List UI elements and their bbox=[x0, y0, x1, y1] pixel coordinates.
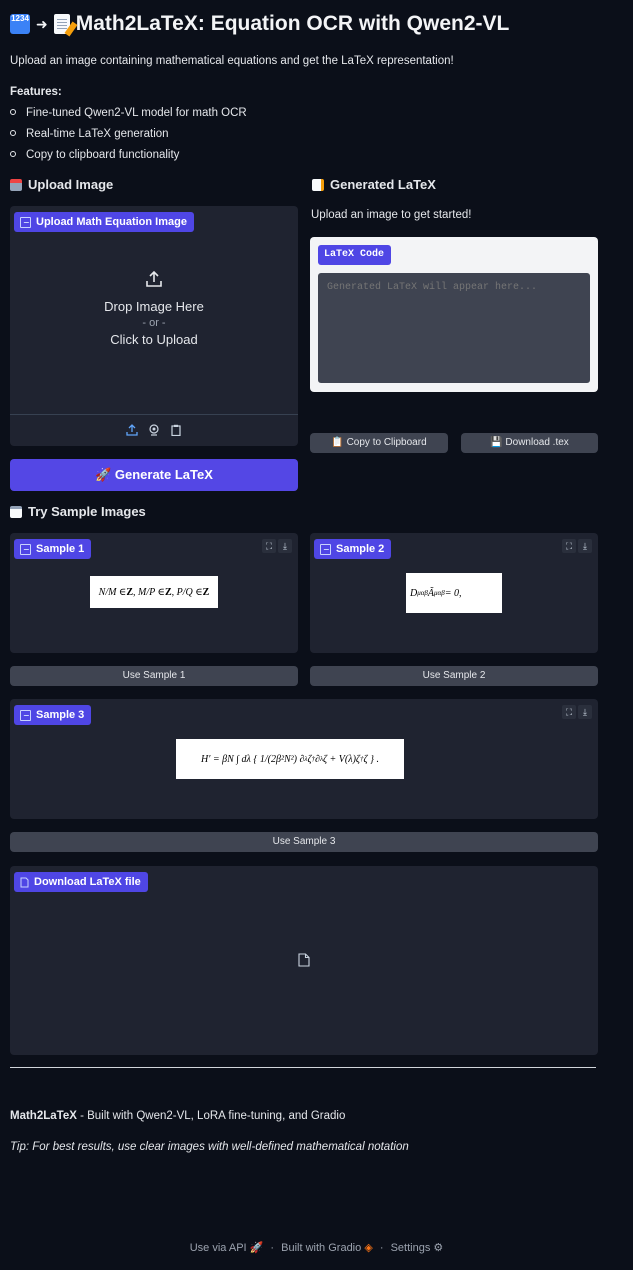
features-heading: Features: bbox=[10, 86, 62, 98]
file-icon bbox=[20, 877, 29, 887]
page-title-text: Math2LaTeX: Equation OCR with Qwen2-VL bbox=[75, 12, 510, 35]
or-text: - or - bbox=[142, 317, 166, 329]
sample-2-equation-image: Dμ αβ Ãμ αβ = 0, bbox=[406, 573, 502, 613]
feature-item: Real-time LaTeX generation bbox=[10, 127, 247, 148]
sample-2-actions: ⛶ ⤓ bbox=[562, 539, 592, 553]
settings-link[interactable]: Settings bbox=[391, 1242, 431, 1254]
rocket-icon: 🚀 bbox=[249, 1242, 264, 1254]
file-icon bbox=[298, 953, 310, 967]
page-title: 1234 ➜ Math2LaTeX: Equation OCR with Qwe… bbox=[10, 12, 510, 37]
input-numbers-icon: 1234 bbox=[10, 14, 30, 34]
drop-text: Drop Image Here bbox=[104, 299, 204, 314]
fullscreen-icon[interactable]: ⛶ bbox=[562, 705, 576, 719]
sample-1-label-text: Sample 1 bbox=[36, 543, 85, 555]
memo-icon bbox=[312, 178, 324, 191]
footer-brand: Math2LaTeX bbox=[10, 1110, 77, 1122]
sample-1-label: Sample 1 bbox=[14, 539, 92, 559]
upload-icon[interactable] bbox=[126, 424, 138, 436]
sample-3-image-panel: Sample 3 ⛶ ⤓ H′ = βN ∫ dλ { 1/(2β²N²) ∂ λ… bbox=[10, 699, 598, 819]
footer-divider bbox=[10, 1067, 596, 1068]
webcam-icon[interactable] bbox=[148, 424, 160, 436]
samples-heading: Try Sample Images bbox=[10, 504, 146, 519]
image-upload-panel[interactable]: Upload Math Equation Image Drop Image He… bbox=[10, 206, 298, 446]
upload-icon bbox=[146, 270, 162, 287]
dropzone[interactable]: Drop Image Here - or - Click to Upload bbox=[10, 270, 298, 347]
use-sample-2-button[interactable]: Use Sample 2 bbox=[310, 666, 598, 686]
download-icon[interactable]: ⤓ bbox=[578, 705, 592, 719]
footer-separator: · bbox=[270, 1242, 275, 1254]
image-icon bbox=[20, 216, 31, 228]
sample-1-image-panel: Sample 1 ⛶ ⤓ N/M ∈ Z, M/P ∈ Z, P/Q ∈ Z bbox=[10, 533, 298, 653]
image-icon bbox=[320, 543, 331, 555]
download-icon[interactable]: ⤓ bbox=[578, 539, 592, 553]
clipboard-icon[interactable] bbox=[170, 424, 182, 436]
feature-item: Copy to clipboard functionality bbox=[10, 148, 247, 169]
upload-label-chip: Upload Math Equation Image bbox=[14, 212, 194, 232]
sample-2-image-panel: Sample 2 ⛶ ⤓ Dμ αβ Ãμ αβ = 0, bbox=[310, 533, 598, 653]
latex-code-label: LaTeX Code bbox=[318, 245, 392, 265]
memo-icon bbox=[53, 14, 78, 37]
download-file-label-text: Download LaTeX file bbox=[34, 876, 141, 888]
inbox-icon bbox=[10, 178, 22, 191]
sample-2-label: Sample 2 bbox=[314, 539, 392, 559]
use-via-api-link[interactable]: Use via API bbox=[190, 1242, 247, 1254]
sample-3-actions: ⛶ ⤓ bbox=[562, 705, 592, 719]
download-icon[interactable]: ⤓ bbox=[278, 539, 292, 553]
output-heading-text: Generated LaTeX bbox=[330, 177, 436, 192]
arrow-icon: ➜ bbox=[36, 15, 48, 32]
footer-credit-text: - Built with Qwen2-VL, LoRA fine-tuning,… bbox=[76, 1110, 346, 1122]
latex-code-textarea[interactable] bbox=[318, 273, 590, 383]
output-heading: Generated LaTeX bbox=[312, 177, 436, 192]
footer-credit: Math2LaTeX - Built with Qwen2-VL, LoRA f… bbox=[10, 1110, 345, 1122]
upload-label-text: Upload Math Equation Image bbox=[36, 216, 187, 228]
sample-1-equation-image: N/M ∈ Z, M/P ∈ Z, P/Q ∈ Z bbox=[90, 576, 218, 608]
image-icon bbox=[20, 709, 31, 721]
click-to-upload-text: Click to Upload bbox=[110, 332, 198, 347]
sample-2-label-text: Sample 2 bbox=[336, 543, 385, 555]
upload-heading: Upload Image bbox=[10, 177, 113, 192]
sample-3-label-text: Sample 3 bbox=[36, 709, 85, 721]
latex-code-panel: LaTeX Code bbox=[310, 237, 598, 392]
sample-3-equation-image: H′ = βN ∫ dλ { 1/(2β²N²) ∂ λ ζ † ∂ λ ζ + V(λ)ζ… bbox=[176, 739, 404, 779]
samples-heading-text: Try Sample Images bbox=[28, 504, 146, 519]
gradio-footer: Use via API 🚀 · Built with Gradio ◈ · Se… bbox=[0, 1241, 633, 1254]
gear-icon: ⚙ bbox=[433, 1242, 444, 1254]
download-tex-button[interactable]: 💾 Download .tex bbox=[461, 433, 598, 453]
built-with-gradio-link[interactable]: Built with Gradio bbox=[281, 1242, 361, 1254]
status-text: Upload an image to get started! bbox=[311, 209, 472, 221]
feature-item: Fine-tuned Qwen2-VL model for math OCR bbox=[10, 106, 247, 127]
clipboard-icon bbox=[10, 505, 22, 518]
footer-tip: Tip: For best results, use clear images … bbox=[10, 1141, 409, 1153]
download-file-label: Download LaTeX file bbox=[14, 872, 148, 892]
upload-toolbar-divider bbox=[10, 414, 298, 415]
footer-separator: · bbox=[379, 1242, 384, 1254]
image-icon bbox=[20, 543, 31, 555]
features-list: Fine-tuned Qwen2-VL model for math OCR R… bbox=[10, 106, 247, 169]
generate-latex-button[interactable]: 🚀 Generate LaTeX bbox=[10, 459, 298, 491]
upload-source-toolbar bbox=[126, 424, 182, 436]
gradio-logo-icon: ◈ bbox=[364, 1242, 373, 1254]
page-subtitle: Upload an image containing mathematical … bbox=[10, 55, 454, 67]
sample-1-actions: ⛶ ⤓ bbox=[262, 539, 292, 553]
fullscreen-icon[interactable]: ⛶ bbox=[562, 539, 576, 553]
upload-heading-text: Upload Image bbox=[28, 177, 114, 192]
download-latex-file-panel: Download LaTeX file bbox=[10, 866, 598, 1055]
use-sample-3-button[interactable]: Use Sample 3 bbox=[10, 832, 598, 852]
sample-3-label: Sample 3 bbox=[14, 705, 92, 725]
copy-to-clipboard-button[interactable]: 📋 Copy to Clipboard bbox=[310, 433, 448, 453]
use-sample-1-button[interactable]: Use Sample 1 bbox=[10, 666, 298, 686]
fullscreen-icon[interactable]: ⛶ bbox=[262, 539, 276, 553]
